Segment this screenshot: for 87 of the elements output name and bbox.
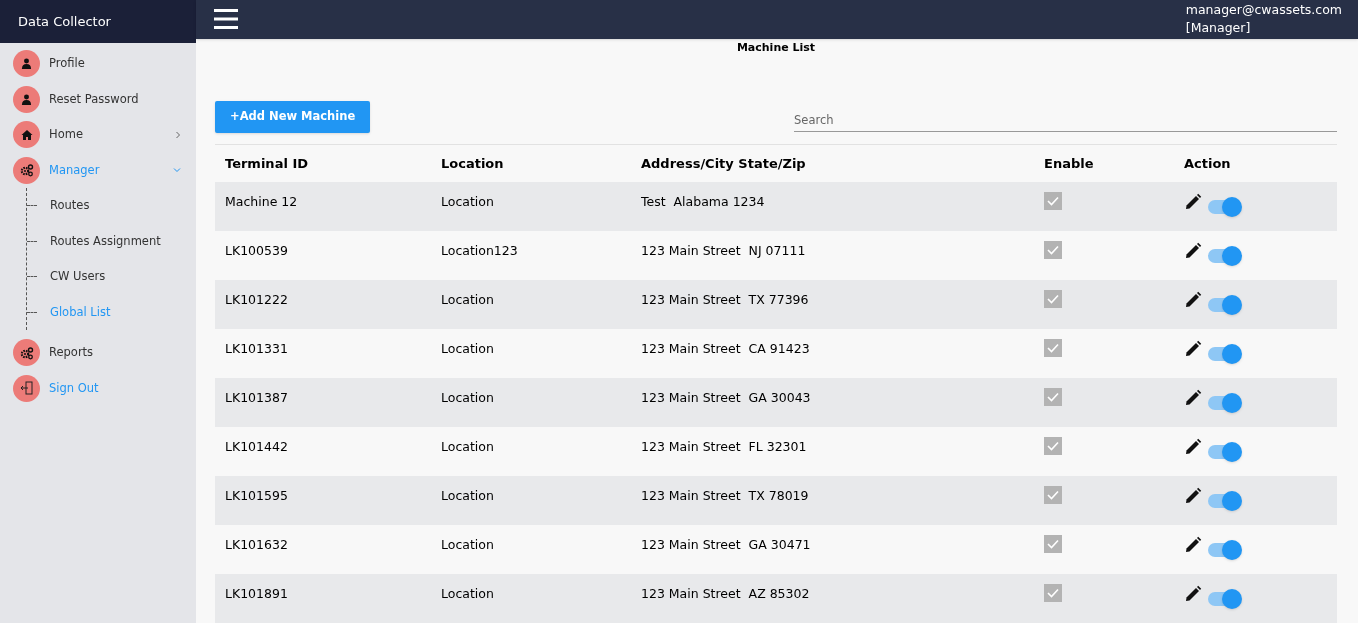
table-cell: LK100539 [215, 231, 431, 280]
table-cell: LK101632 [215, 525, 431, 574]
sidebar-subitem[interactable]: Routes Assignment [50, 232, 161, 250]
table-cell: Location [431, 182, 631, 231]
toggle-switch[interactable] [1208, 392, 1242, 413]
sidebar-subitem[interactable]: CW Users [50, 268, 106, 286]
table-cell: LK101595 [215, 476, 431, 525]
enable-checkbox[interactable] [1044, 192, 1062, 211]
table-cell: 123 Main Street AZ 85302 [631, 574, 1034, 623]
table-cell: LK101331 [215, 329, 431, 378]
enable-checkbox[interactable] [1044, 290, 1062, 309]
edit-icon[interactable] [1184, 339, 1202, 358]
user-email: manager@cwassets.com [1185, 1, 1342, 20]
gears-icon [13, 339, 40, 367]
menu-icon[interactable] [214, 8, 238, 31]
table-cell: Location [431, 329, 631, 378]
table-cell: Location [431, 378, 631, 427]
toggle-switch[interactable] [1208, 196, 1242, 217]
page-title: Machine List [736, 39, 816, 56]
check-icon [1047, 441, 1059, 452]
exit-icon [13, 374, 40, 402]
enable-checkbox[interactable] [1044, 584, 1062, 603]
table-cell: LK101442 [215, 427, 431, 476]
table-cell: 123 Main Street GA 30043 [631, 378, 1034, 427]
toggle-switch[interactable] [1208, 490, 1242, 511]
enable-checkbox[interactable] [1044, 486, 1062, 505]
table-cell: 123 Main Street TX 78019 [631, 476, 1034, 525]
table-cell: Location123 [431, 231, 631, 280]
edit-icon[interactable] [1184, 241, 1202, 260]
column-header: Action [1174, 145, 1337, 182]
check-icon [1047, 196, 1059, 207]
edit-icon[interactable] [1184, 584, 1202, 603]
check-icon [1047, 343, 1059, 354]
table-cell: Machine 12 [215, 182, 431, 231]
check-icon [1047, 539, 1059, 550]
table-cell: 123 Main Street FL 32301 [631, 427, 1034, 476]
gears-icon [13, 156, 40, 184]
search-field[interactable]: Search [794, 111, 1337, 132]
column-header: Terminal ID [215, 145, 431, 182]
check-icon [1047, 588, 1059, 599]
check-icon [1047, 392, 1059, 403]
edit-icon[interactable] [1184, 486, 1202, 505]
table-cell: LK101891 [215, 574, 431, 623]
check-icon [1047, 490, 1059, 501]
sidebar-subitem[interactable]: Routes [50, 197, 90, 215]
edit-icon[interactable] [1184, 535, 1202, 554]
column-header: Address/City State/Zip [631, 145, 1034, 182]
column-header: Location [431, 145, 631, 182]
column-header: Enable [1034, 145, 1174, 182]
table-cell: Location [431, 574, 631, 623]
check-icon [1047, 294, 1059, 305]
table-cell: LK101387 [215, 378, 431, 427]
table-cell: Test Alabama 1234 [631, 182, 1034, 231]
toggle-switch[interactable] [1208, 588, 1242, 609]
sidebar-item[interactable]: Profile [49, 55, 186, 73]
enable-checkbox[interactable] [1044, 339, 1062, 358]
app-title: Data Collector [18, 12, 111, 31]
toggle-switch[interactable] [1208, 539, 1242, 560]
check-icon [1047, 245, 1059, 256]
table-cell: 123 Main Street TX 77396 [631, 280, 1034, 329]
table-cell: Location [431, 476, 631, 525]
toggle-switch[interactable] [1208, 343, 1242, 364]
edit-icon[interactable] [1184, 290, 1202, 309]
enable-checkbox[interactable] [1044, 535, 1062, 554]
person-icon [13, 50, 40, 78]
table-cell: Location [431, 280, 631, 329]
edit-icon[interactable] [1184, 192, 1202, 211]
enable-checkbox[interactable] [1044, 241, 1062, 260]
toggle-switch[interactable] [1208, 245, 1242, 266]
home-icon [13, 121, 40, 149]
enable-checkbox[interactable] [1044, 437, 1062, 456]
toggle-switch[interactable] [1208, 294, 1242, 315]
table-cell: Location [431, 427, 631, 476]
toggle-switch[interactable] [1208, 441, 1242, 462]
sidebar-item[interactable]: Reset Password [49, 90, 186, 108]
sidebar-item[interactable]: Home [49, 126, 166, 144]
table-cell: 123 Main Street CA 91423 [631, 329, 1034, 378]
user-role: [Manager] [1185, 19, 1252, 38]
enable-checkbox[interactable] [1044, 388, 1062, 407]
table-cell: Location [431, 525, 631, 574]
table-cell: LK101222 [215, 280, 431, 329]
sidebar-item[interactable]: Reports [49, 344, 186, 362]
table-cell: 123 Main Street GA 30471 [631, 525, 1034, 574]
edit-icon[interactable] [1184, 437, 1202, 456]
table-cell: 123 Main Street NJ 07111 [631, 231, 1034, 280]
edit-icon[interactable] [1184, 388, 1202, 407]
person-icon [13, 85, 40, 113]
